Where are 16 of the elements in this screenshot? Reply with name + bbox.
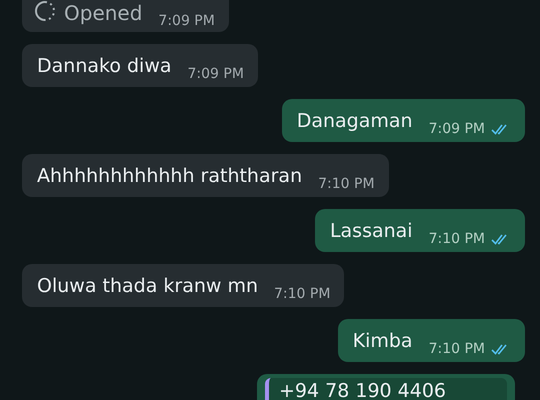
- message-text: Kimba: [352, 329, 413, 354]
- view-once-icon: [34, 0, 56, 22]
- message-time: 7:10 PM: [428, 341, 485, 357]
- message-text: Danagaman: [296, 109, 413, 134]
- message-time: 7:10 PM: [274, 286, 330, 302]
- message-time: 7:09 PM: [428, 121, 485, 137]
- message-text: Lassanai: [330, 219, 413, 244]
- message-text: Dannako diwa: [37, 54, 172, 79]
- message-time: 7:09 PM: [158, 13, 215, 29]
- message-time: 7:09 PM: [188, 66, 244, 82]
- message-time: 7:10 PM: [428, 231, 485, 247]
- quoted-message: +94 78 190 4406: [265, 378, 507, 400]
- message-text: Ahhhhhhhhhhhh raththaran: [37, 164, 302, 189]
- message-text: Opened: [64, 0, 142, 26]
- message-time: 7:10 PM: [318, 176, 375, 192]
- message-text: Oluwa thada kranw mn: [37, 274, 258, 299]
